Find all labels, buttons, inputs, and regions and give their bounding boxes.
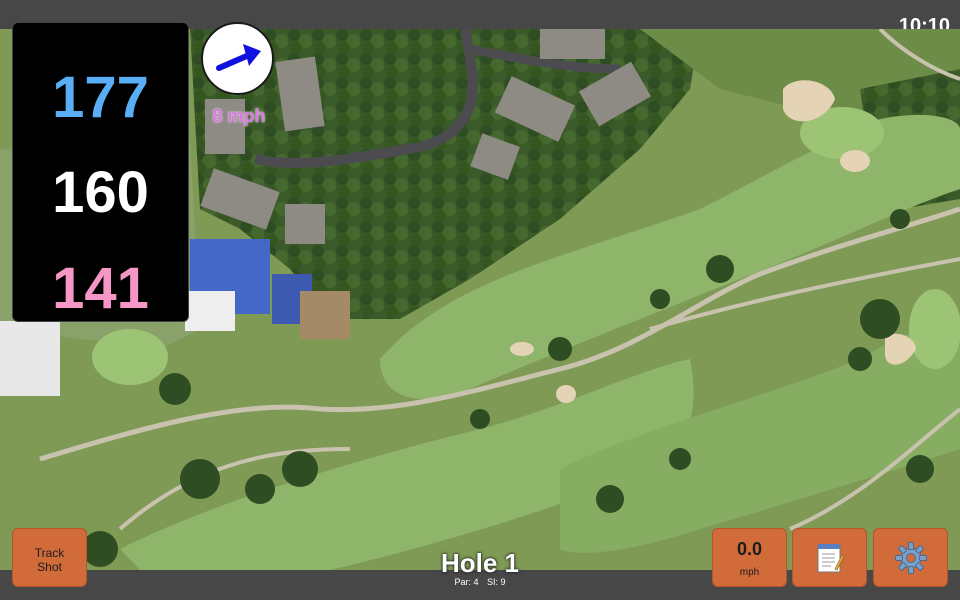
wind-indicator <box>201 22 274 95</box>
speed-button[interactable]: 0.0 mph <box>712 528 787 587</box>
gear-icon <box>894 541 927 574</box>
notepad-icon <box>817 543 844 572</box>
speed-value: 0.0 <box>736 539 763 559</box>
notes-button[interactable] <box>792 528 867 587</box>
track-shot-label: Track Shot <box>34 546 65 574</box>
speed-unit: mph <box>739 567 760 578</box>
hole-meta: Par: 4 SI: 9 <box>400 577 560 587</box>
hole-stroke-index: SI: 9 <box>487 577 506 587</box>
distance-middle-of-green: 160 <box>52 160 149 225</box>
distance-back-of-green: 177 <box>52 65 149 130</box>
distance-panel: 177 160 141 <box>12 22 189 322</box>
distance-front-of-green: 141 <box>52 256 149 321</box>
track-shot-button[interactable]: Track Shot <box>12 528 87 587</box>
arrow-right-icon <box>216 44 261 71</box>
settings-button[interactable] <box>873 528 948 587</box>
hole-title: Hole 1 <box>440 548 520 578</box>
hole-par: Par: 4 <box>454 577 479 587</box>
wind-speed-label: 8 mph <box>212 106 266 126</box>
